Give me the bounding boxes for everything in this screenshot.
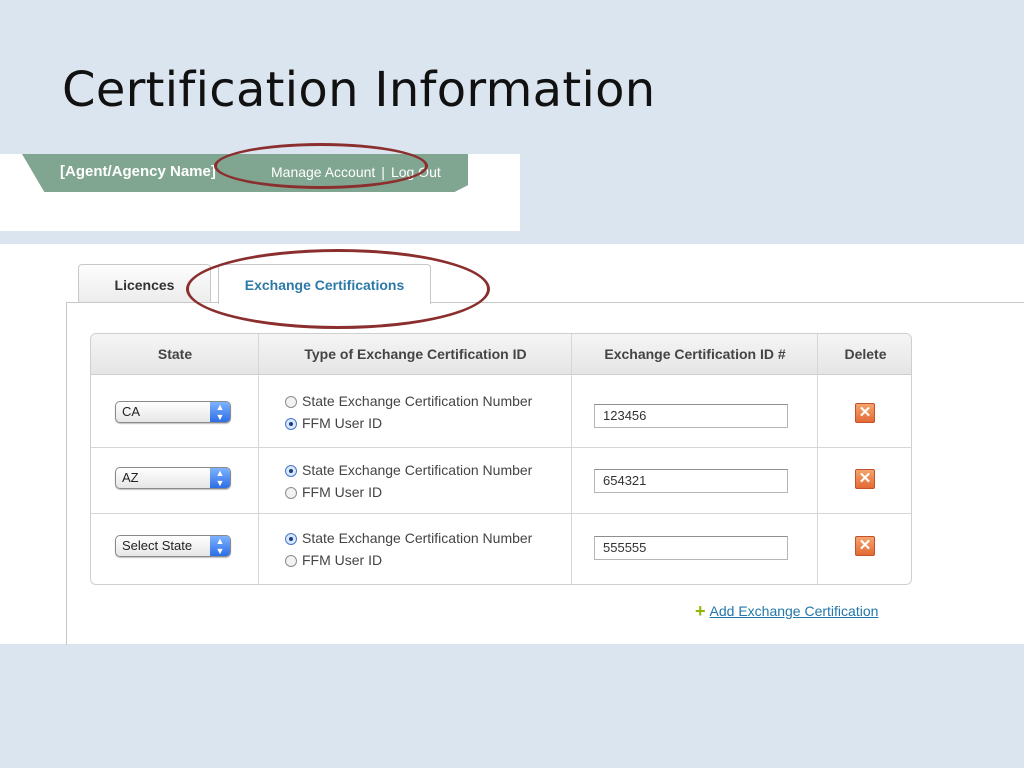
column-header-type: Type of Exchange Certification ID xyxy=(304,346,527,362)
radio-label: FFM User ID xyxy=(302,484,383,500)
radio-label: FFM User ID xyxy=(302,552,383,568)
radio-option-ffm-user[interactable]: FFM User ID xyxy=(285,415,382,431)
add-exchange-certification-link[interactable]: + Add Exchange Certification xyxy=(695,601,878,622)
radio-label: FFM User ID xyxy=(302,415,383,431)
table-row: CA ▲ ▼ State Exchange Certification Numbe… xyxy=(91,374,911,441)
delete-icon[interactable]: ✕ xyxy=(855,469,875,489)
radio-option-ffm-user[interactable]: FFM User ID xyxy=(285,552,382,568)
table-header: State Type of Exchange Certification ID … xyxy=(91,334,911,375)
radio-button[interactable] xyxy=(285,555,297,567)
highlight-ellipse-manage-account xyxy=(214,143,428,189)
state-select[interactable]: Select State ▲ ▼ xyxy=(115,535,231,557)
state-select-value: CA xyxy=(122,404,141,419)
radio-option-state-number[interactable]: State Exchange Certification Number xyxy=(285,393,532,409)
delete-icon[interactable]: ✕ xyxy=(855,536,875,556)
state-select-value: Select State xyxy=(122,538,193,553)
radio-label: State Exchange Certification Number xyxy=(302,530,533,546)
state-select[interactable]: CA ▲ ▼ xyxy=(115,401,231,423)
radio-button-selected[interactable] xyxy=(285,465,297,477)
select-arrows-icon: ▲ ▼ xyxy=(210,402,230,422)
radio-button[interactable] xyxy=(285,487,297,499)
radio-option-state-number[interactable]: State Exchange Certification Number xyxy=(285,462,532,478)
state-select[interactable]: AZ ▲ ▼ xyxy=(115,467,231,489)
select-arrows-icon: ▲ ▼ xyxy=(210,536,230,556)
certification-id-input[interactable]: 555555 xyxy=(594,536,788,560)
add-link-label: Add Exchange Certification xyxy=(709,603,879,619)
agent-name: [Agent/Agency Name] xyxy=(60,163,216,180)
certification-id-input[interactable]: 123456 xyxy=(594,404,788,428)
select-arrows-icon: ▲ ▼ xyxy=(210,468,230,488)
radio-button[interactable] xyxy=(285,396,297,408)
table-row: Select State ▲ ▼ State Exchange Certifica… xyxy=(91,513,911,580)
highlight-ellipse-exchange-tab xyxy=(186,249,490,329)
certification-id-input[interactable]: 654321 xyxy=(594,469,788,493)
column-header-state: State xyxy=(157,346,193,362)
certification-table: State Type of Exchange Certification ID … xyxy=(90,333,912,585)
table-row: AZ ▲ ▼ State Exchange Certification Numbe… xyxy=(91,447,911,514)
radio-option-state-number[interactable]: State Exchange Certification Number xyxy=(285,530,532,546)
radio-button-selected[interactable] xyxy=(285,418,297,430)
slide-title: Certification Information xyxy=(62,62,656,118)
radio-label: State Exchange Certification Number xyxy=(302,462,533,478)
radio-button-selected[interactable] xyxy=(285,533,297,545)
column-header-id: Exchange Certification ID # xyxy=(604,346,786,362)
state-select-value: AZ xyxy=(122,470,139,485)
column-header-delete: Delete xyxy=(844,346,887,362)
delete-icon[interactable]: ✕ xyxy=(855,403,875,423)
radio-label: State Exchange Certification Number xyxy=(302,393,533,409)
radio-option-ffm-user[interactable]: FFM User ID xyxy=(285,484,382,500)
plus-icon: + xyxy=(695,601,706,621)
